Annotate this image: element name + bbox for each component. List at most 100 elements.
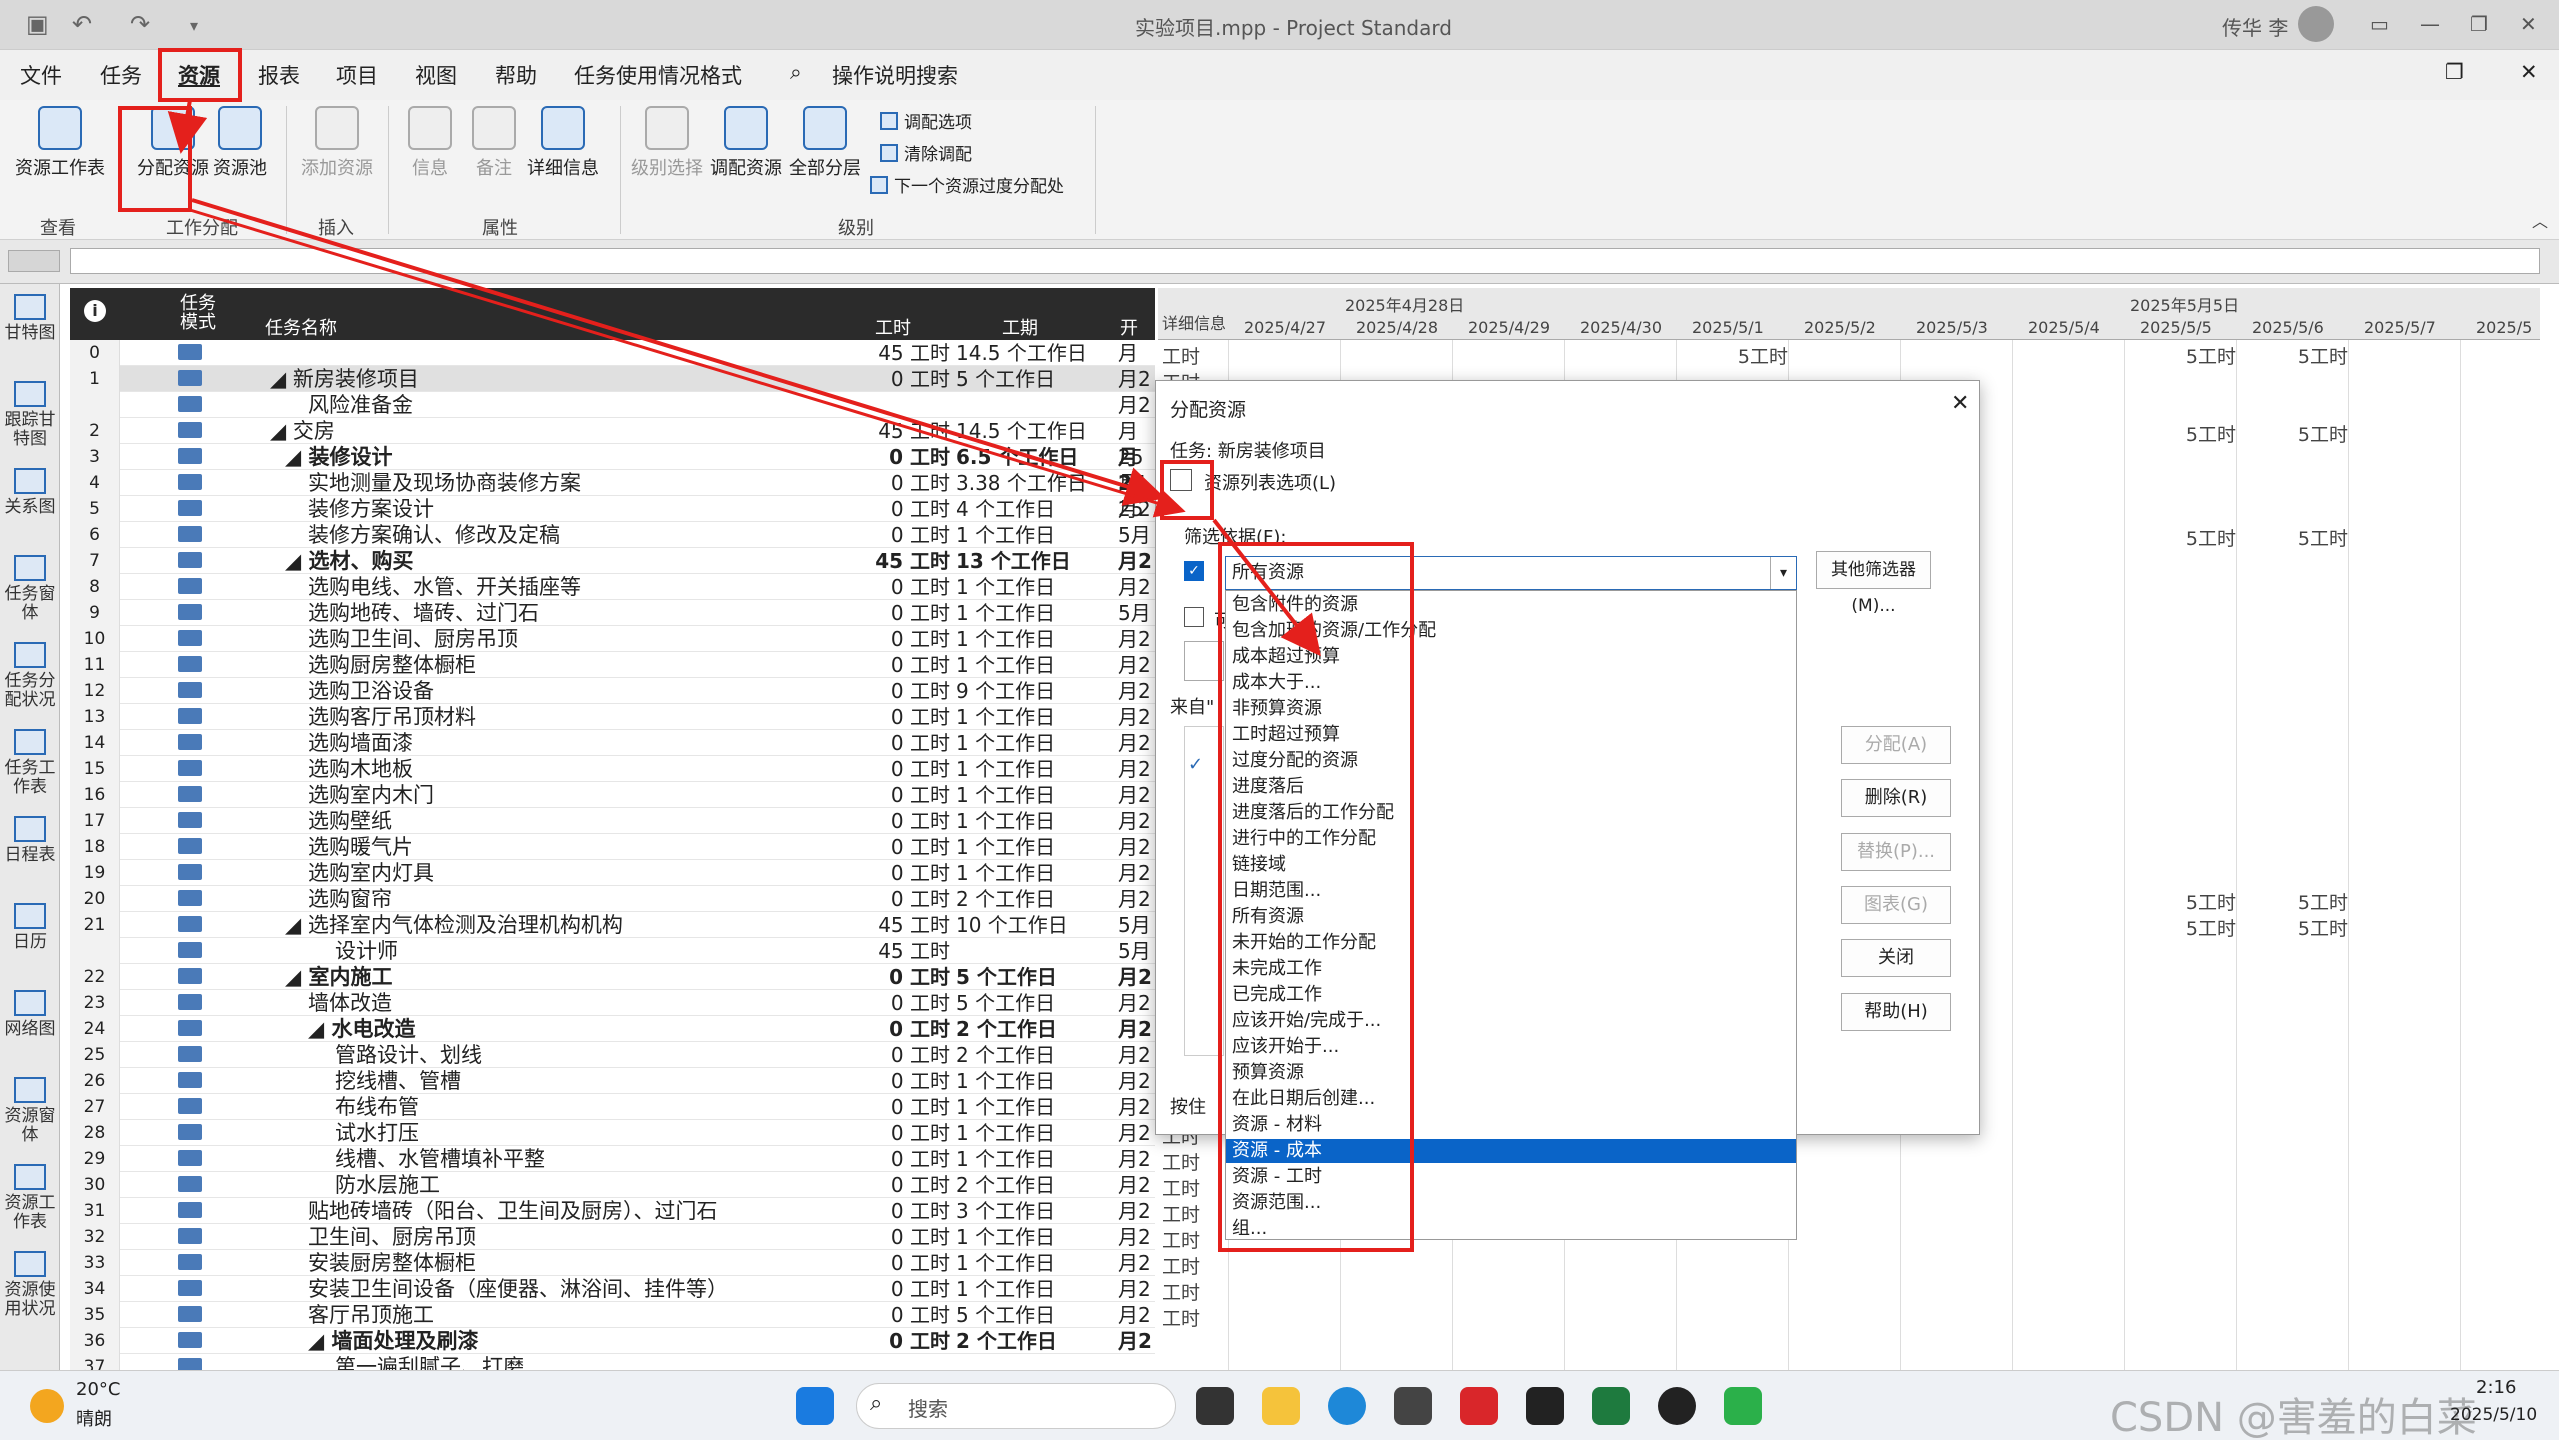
task-start[interactable]: 月2: [1118, 652, 1151, 678]
header-work[interactable]: 工时: [875, 314, 911, 340]
task-name[interactable]: 管路设计、划线: [335, 1042, 482, 1068]
task-work[interactable]: 0 工时: [870, 600, 950, 626]
table-row[interactable]: 11 选购厨房整体橱柜 0 工时 1 个工作日 月2: [70, 652, 1155, 678]
table-row[interactable]: 3 ◢ 装修设计 0 工时 6.5 个工作日 月25: [70, 444, 1155, 495]
task-name[interactable]: ◢ 装修设计: [285, 444, 392, 470]
cancel-entry-button[interactable]: [8, 250, 60, 272]
usage-cell[interactable]: 5工时: [2136, 888, 2236, 915]
restore-icon[interactable]: ❐: [2445, 60, 2464, 84]
entry-field[interactable]: [70, 248, 2540, 274]
header-duration[interactable]: 工期: [1002, 314, 1038, 340]
table-row[interactable]: 15 选购木地板 0 工时 1 个工作日 月2: [70, 756, 1155, 782]
tell-me-search[interactable]: 操作说明搜索: [832, 60, 958, 90]
view-bar-item[interactable]: 关系图: [0, 468, 60, 517]
table-row[interactable]: 27 布线布管 0 工时 1 个工作日 月2: [70, 1094, 1155, 1120]
task-duration[interactable]: 1 个工作日: [956, 1068, 1136, 1094]
level-all-button[interactable]: 全部分层: [783, 106, 867, 206]
task-duration[interactable]: 1 个工作日: [956, 600, 1136, 626]
task-duration[interactable]: 2 个工作日: [956, 1328, 1136, 1354]
usage-cell[interactable]: 5工时: [2248, 342, 2348, 369]
task-duration[interactable]: 2 个工作日: [956, 886, 1136, 912]
task-start[interactable]: 月2: [1118, 496, 1151, 522]
task-duration[interactable]: 4 个工作日: [956, 496, 1136, 522]
task-name[interactable]: 选购客厅吊顶材料: [308, 704, 476, 730]
task-start[interactable]: 月2: [1118, 574, 1151, 600]
task-name[interactable]: 第一遍刮腻子、打磨: [335, 1354, 524, 1370]
task-duration[interactable]: 3.38 个工作日: [956, 470, 1136, 496]
table-row[interactable]: 30 防水层施工 0 工时 2 个工作日 月2: [70, 1172, 1155, 1198]
table-row[interactable]: 2 ◢ 交房 45 工时 14.5 个工作日 月25: [70, 418, 1155, 469]
table-row[interactable]: 22 ◢ 室内施工 0 工时 5 个工作日 月2: [70, 964, 1155, 990]
task-work[interactable]: 0 工时: [870, 1094, 950, 1120]
task-duration[interactable]: 1 个工作日: [956, 1094, 1136, 1120]
table-row[interactable]: 12 选购卫浴设备 0 工时 9 个工作日 月2: [70, 678, 1155, 704]
app-icon[interactable]: [1526, 1387, 1564, 1425]
task-name[interactable]: ◢ 新房装修项目: [270, 366, 419, 392]
task-duration[interactable]: 5 个工作日: [956, 366, 1136, 392]
task-work[interactable]: 0 工时: [870, 1302, 950, 1328]
task-work[interactable]: 0 工时: [870, 652, 950, 678]
close-icon[interactable]: ✕: [2520, 12, 2537, 36]
task-work[interactable]: 0 工时: [870, 808, 950, 834]
task-start[interactable]: 月2: [1118, 1250, 1151, 1276]
task-duration[interactable]: 6.5 个工作日: [956, 444, 1136, 470]
table-row[interactable]: 33 安装厨房整体橱柜 0 工时 1 个工作日 月2: [70, 1250, 1155, 1276]
weather-icon[interactable]: [30, 1389, 64, 1423]
task-name[interactable]: 选购厨房整体橱柜: [308, 652, 476, 678]
task-work[interactable]: 0 工时: [870, 444, 950, 470]
table-row[interactable]: 6 装修方案确认、修改及定稿 0 工时 1 个工作日 5月: [70, 522, 1155, 548]
menu-report[interactable]: 报表: [258, 60, 300, 90]
table-row[interactable]: 9 选购地砖、墙砖、过门石 0 工时 1 个工作日 5月: [70, 600, 1155, 626]
task-start[interactable]: 月2: [1118, 834, 1151, 860]
task-start[interactable]: 月2: [1118, 1172, 1151, 1198]
usage-cell[interactable]: 5工时: [2248, 914, 2348, 941]
task-name[interactable]: 防水层施工: [335, 1172, 440, 1198]
task-start[interactable]: 5月: [1118, 912, 1151, 938]
task-duration[interactable]: 5 个工作日: [956, 964, 1136, 990]
task-work[interactable]: 0 工时: [870, 1068, 950, 1094]
usage-cell[interactable]: 5工时: [2248, 420, 2348, 447]
task-work[interactable]: 0 工时: [870, 1016, 950, 1042]
task-duration[interactable]: 14.5 个工作日: [956, 340, 1136, 366]
resource-list-options-label[interactable]: 资源列表选项(L): [1204, 469, 1336, 495]
task-start[interactable]: 月2: [1118, 1042, 1151, 1068]
clear-leveling-button[interactable]: 清除调配: [880, 140, 972, 165]
task-duration[interactable]: 2 个工作日: [956, 1042, 1136, 1068]
task-duration[interactable]: 1 个工作日: [956, 626, 1136, 652]
task-work[interactable]: 0 工时: [870, 964, 950, 990]
level-resource-button[interactable]: 调配资源: [704, 106, 788, 206]
task-name[interactable]: 选购室内木门: [308, 782, 434, 808]
level-selection-button[interactable]: 级别选择: [625, 106, 709, 206]
task-name[interactable]: ◢ 室内施工: [285, 964, 392, 990]
table-row[interactable]: 26 挖线槽、管槽 0 工时 1 个工作日 月2: [70, 1068, 1155, 1094]
task-start[interactable]: 月2: [1118, 548, 1152, 574]
wechat-icon[interactable]: [1724, 1387, 1762, 1425]
task-start[interactable]: 月2: [1118, 860, 1151, 886]
avatar[interactable]: [2298, 6, 2334, 42]
task-work[interactable]: 0 工时: [870, 886, 950, 912]
other-filters-button[interactable]: 其他筛选器(M)...: [1816, 551, 1931, 616]
table-row[interactable]: 14 选购墙面漆 0 工时 1 个工作日 月2: [70, 730, 1155, 756]
task-start[interactable]: 月2: [1118, 990, 1151, 1016]
add-resources-button[interactable]: 添加资源: [292, 106, 382, 206]
task-name[interactable]: 风险准备金: [308, 392, 413, 418]
close-button[interactable]: 关闭: [1841, 939, 1951, 977]
table-row[interactable]: 25 管路设计、划线 0 工时 2 个工作日 月2: [70, 1042, 1155, 1068]
table-row[interactable]: 37 第一遍刮腻子、打磨: [70, 1354, 1155, 1370]
task-work[interactable]: 0 工时: [870, 626, 950, 652]
task-start[interactable]: 月2: [1118, 756, 1151, 782]
task-work[interactable]: 0 工时: [870, 1250, 950, 1276]
task-start[interactable]: 月2: [1118, 782, 1151, 808]
project-icon[interactable]: [1592, 1387, 1630, 1425]
task-name[interactable]: 选购墙面漆: [308, 730, 413, 756]
table-row[interactable]: 24 ◢ 水电改造 0 工时 2 个工作日 月2: [70, 1016, 1155, 1042]
task-duration[interactable]: 1 个工作日: [956, 522, 1136, 548]
table-row[interactable]: 21 ◢ 选择室内气体检测及治理机构机构 45 工时 10 个工作日 5月: [70, 912, 1155, 938]
task-duration[interactable]: 2 个工作日: [956, 1172, 1136, 1198]
task-duration[interactable]: 1 个工作日: [956, 834, 1136, 860]
task-duration[interactable]: 1 个工作日: [956, 860, 1136, 886]
help-button[interactable]: 帮助(H): [1841, 993, 1951, 1031]
view-bar-item[interactable]: 日程表: [0, 816, 60, 865]
table-row[interactable]: 28 试水打压 0 工时 1 个工作日 月2: [70, 1120, 1155, 1146]
task-work[interactable]: 0 工时: [870, 1328, 950, 1354]
